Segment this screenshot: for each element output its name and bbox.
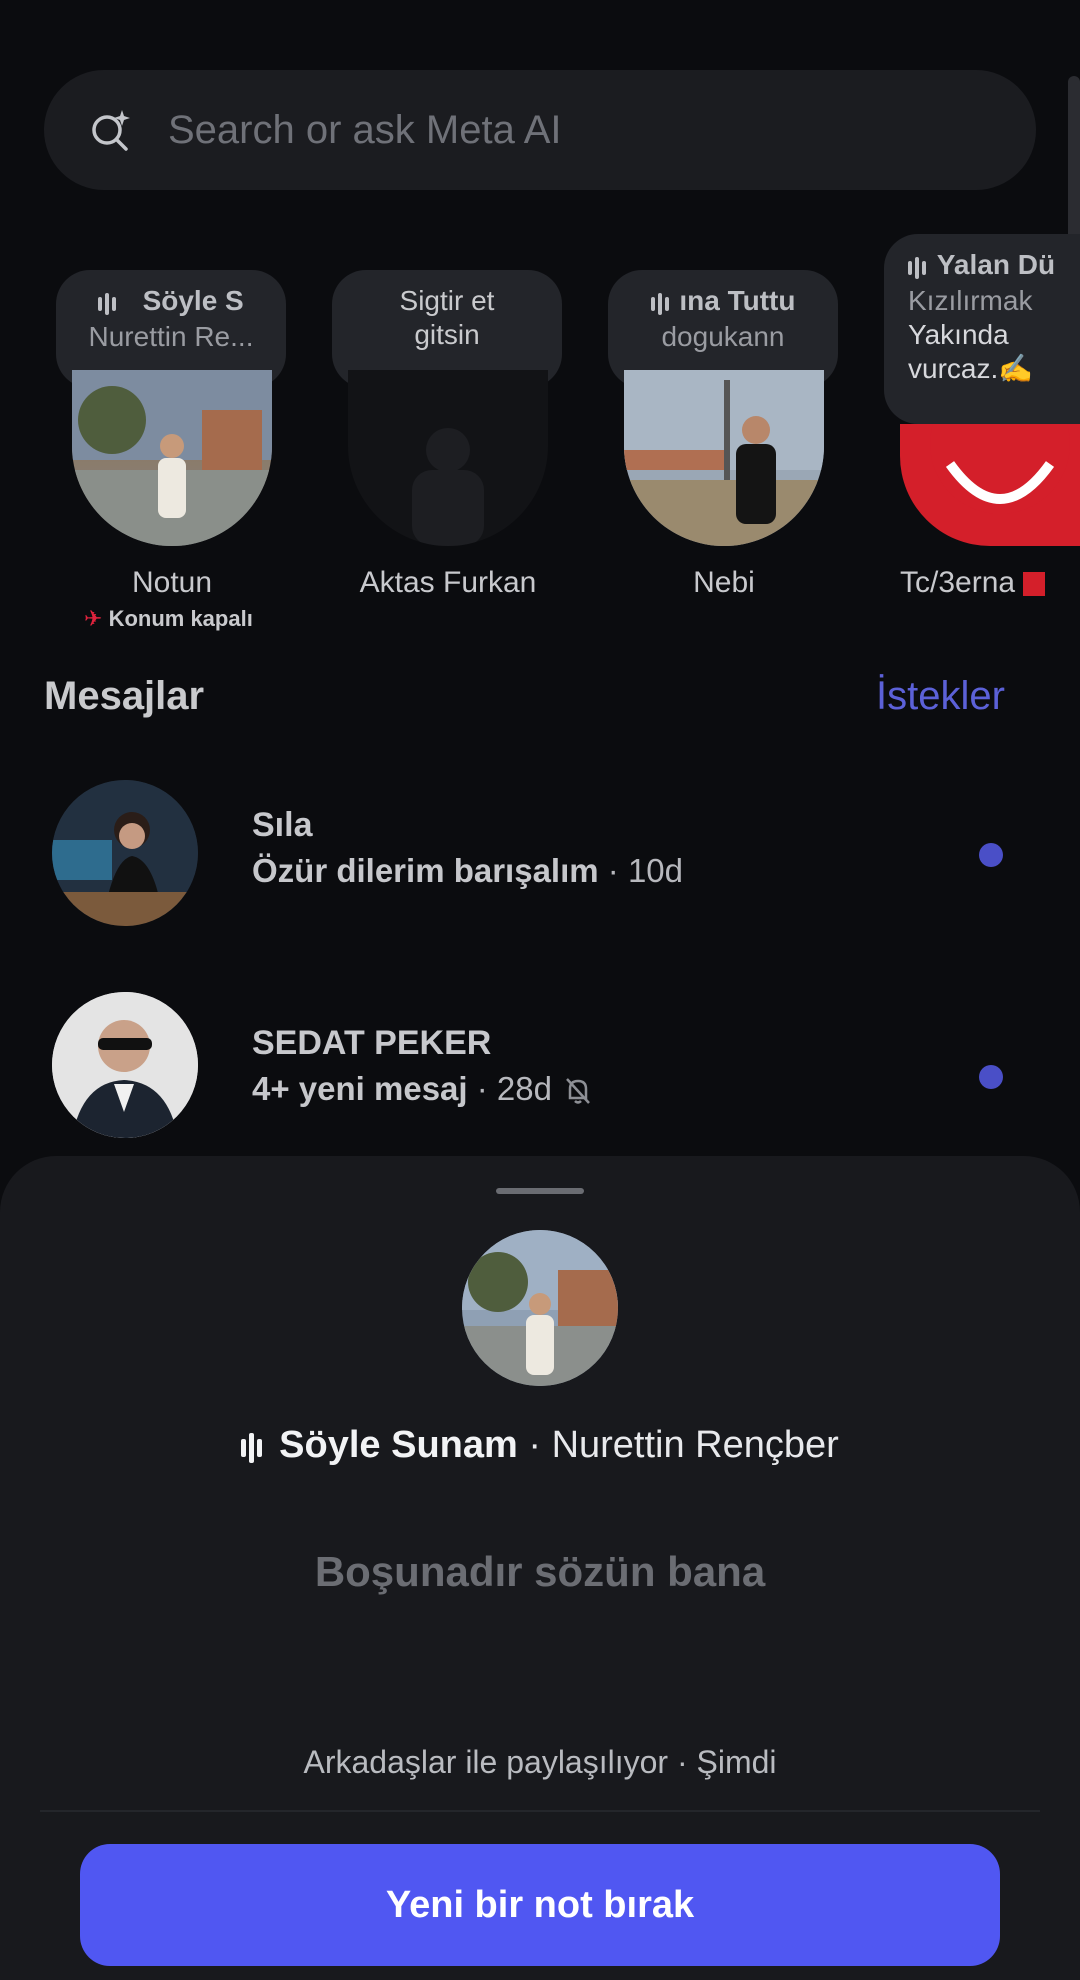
unread-dot bbox=[979, 843, 1003, 867]
note-bubble[interactable]: Yalan Dü Kızılırmak Yakında vurcaz.✍️ bbox=[884, 234, 1080, 424]
avatar[interactable] bbox=[72, 370, 272, 546]
note-owner-name: Nebi bbox=[693, 566, 755, 599]
location-status: ✈ Konum kapalı bbox=[84, 606, 304, 632]
sheet-song-title: Söyle Sunam bbox=[279, 1424, 518, 1466]
unread-dot bbox=[979, 1065, 1003, 1089]
location-off-icon: ✈ bbox=[84, 606, 103, 631]
muted-bell-icon bbox=[566, 1078, 591, 1105]
note-song-title: Söyle S bbox=[142, 285, 244, 316]
note-owner-name: Tc/3erna bbox=[900, 566, 1080, 600]
note-song-title: ına Tuttu bbox=[679, 285, 796, 316]
thread-time: · 10d bbox=[607, 852, 684, 889]
thread-preview: Özür dilerim barışalım bbox=[252, 852, 599, 889]
meta-ai-search-icon bbox=[92, 110, 130, 151]
thread-name: Sıla bbox=[252, 806, 313, 844]
note-owner-name: Notun bbox=[131, 566, 213, 599]
note-song-artist: Kızılırmak bbox=[908, 284, 1033, 316]
location-status-label: Konum kapalı bbox=[108, 606, 253, 631]
thread-time: · 28d bbox=[476, 1070, 552, 1107]
divider bbox=[40, 1810, 1040, 1812]
audio-wave-icon bbox=[98, 286, 119, 320]
messages-title: Mesajlar bbox=[44, 674, 205, 718]
audio-wave-icon bbox=[650, 286, 672, 320]
note-text: Sigtir et gitsin bbox=[399, 285, 495, 350]
note-song-artist: Nurettin Re... bbox=[88, 320, 254, 352]
sheet-avatar bbox=[462, 1230, 618, 1386]
avatar[interactable] bbox=[900, 424, 1080, 546]
avatar bbox=[52, 992, 198, 1138]
sheet-song-artist: · Nurettin Rençber bbox=[528, 1424, 839, 1466]
sheet-drag-handle[interactable] bbox=[496, 1188, 584, 1194]
requests-link[interactable]: İstekler bbox=[876, 674, 1005, 719]
thread-row[interactable]: Sıla Özür dilerim barışalım · 10d bbox=[0, 770, 1080, 930]
sheet-shared-info: Arkadaşlar ile paylaşılıyor · Şimdi bbox=[303, 1744, 777, 1780]
audio-wave-icon bbox=[241, 1425, 265, 1468]
search-input[interactable]: Search or ask Meta AI bbox=[168, 108, 562, 153]
note-song-artist: dogukann bbox=[661, 320, 785, 352]
note-owner-name-text: Tc/3erna bbox=[900, 566, 1016, 599]
note-text: Yakında vurcaz.✍️ bbox=[908, 318, 1034, 384]
thread-name: SEDAT PEKER bbox=[252, 1024, 492, 1062]
turkish-flag-icon bbox=[1023, 572, 1046, 597]
leave-new-note-button[interactable]: Yeni bir not bırak bbox=[80, 1844, 1000, 1966]
thread-preview-line: Özür dilerim barışalım · 10d bbox=[252, 852, 683, 890]
sheet-note-text: Boşunadır sözün bana bbox=[314, 1548, 766, 1595]
thread-preview-line: 4+ yeni mesaj · 28d bbox=[252, 1070, 595, 1108]
thread-row[interactable]: SEDAT PEKER 4+ yeni mesaj · 28d bbox=[0, 984, 1080, 1144]
search-bar[interactable]: Search or ask Meta AI bbox=[44, 70, 1036, 190]
avatar[interactable] bbox=[624, 370, 824, 546]
note-owner-name: Aktas Furkan bbox=[359, 566, 537, 599]
note-song-title: Yalan Dü bbox=[936, 249, 1056, 280]
audio-wave-icon bbox=[908, 250, 929, 284]
avatar[interactable] bbox=[348, 370, 548, 546]
sheet-song-line: Söyle Sunam · Nurettin Rençber bbox=[0, 1424, 1080, 1468]
thread-preview: 4+ yeni mesaj bbox=[252, 1070, 468, 1107]
avatar bbox=[52, 780, 198, 926]
